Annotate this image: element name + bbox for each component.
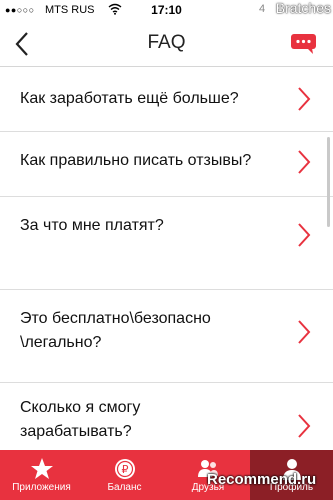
chevron-right-icon [298,150,311,174]
faq-question: Как правильно писать отзывы? [20,152,252,169]
faq-item[interactable]: За что мне платят? [0,197,333,290]
tab-label: Баланс [107,482,142,493]
faq-list: Как заработать ещё больше? Как правильно… [0,67,333,450]
chevron-right-icon [298,223,311,247]
tab-label: Приложения [12,482,71,493]
faq-item[interactable]: Сколько я смогу зарабатывать? [0,383,333,450]
scrollbar[interactable] [327,137,330,227]
tab-balance[interactable]: ₽ Баланс [83,450,166,500]
faq-item[interactable]: Как заработать ещё больше? [0,67,333,132]
battery-level: 4 [259,3,266,15]
faq-question: Сколько я смогу зарабатывать? [20,399,141,440]
faq-question: Это бесплатно\безопасно \легально? [20,310,211,351]
star-icon [30,458,53,479]
faq-item[interactable]: Как правильно писать отзывы? [0,132,333,197]
faq-question: За что мне платят? [20,217,164,234]
chevron-right-icon [298,320,311,344]
svg-text:₽: ₽ [121,463,128,476]
navigation-bar: FAQ [0,20,333,67]
site-watermark: Recommend.ru [207,471,317,488]
faq-item[interactable]: Это бесплатно\безопасно \легально? [0,290,333,383]
faq-question: Как заработать ещё больше? [20,90,239,107]
chat-bubble-icon[interactable] [290,33,317,55]
chevron-right-icon [298,87,311,111]
chevron-right-icon [298,414,311,438]
tab-apps[interactable]: Приложения [0,450,83,500]
watermark: Bratches [275,0,331,16]
status-bar: ●●○○○ MTS RUS 17:10 4 Bratches [0,0,333,20]
page-title: FAQ [147,32,186,53]
ruble-coin-icon: ₽ [114,459,135,479]
